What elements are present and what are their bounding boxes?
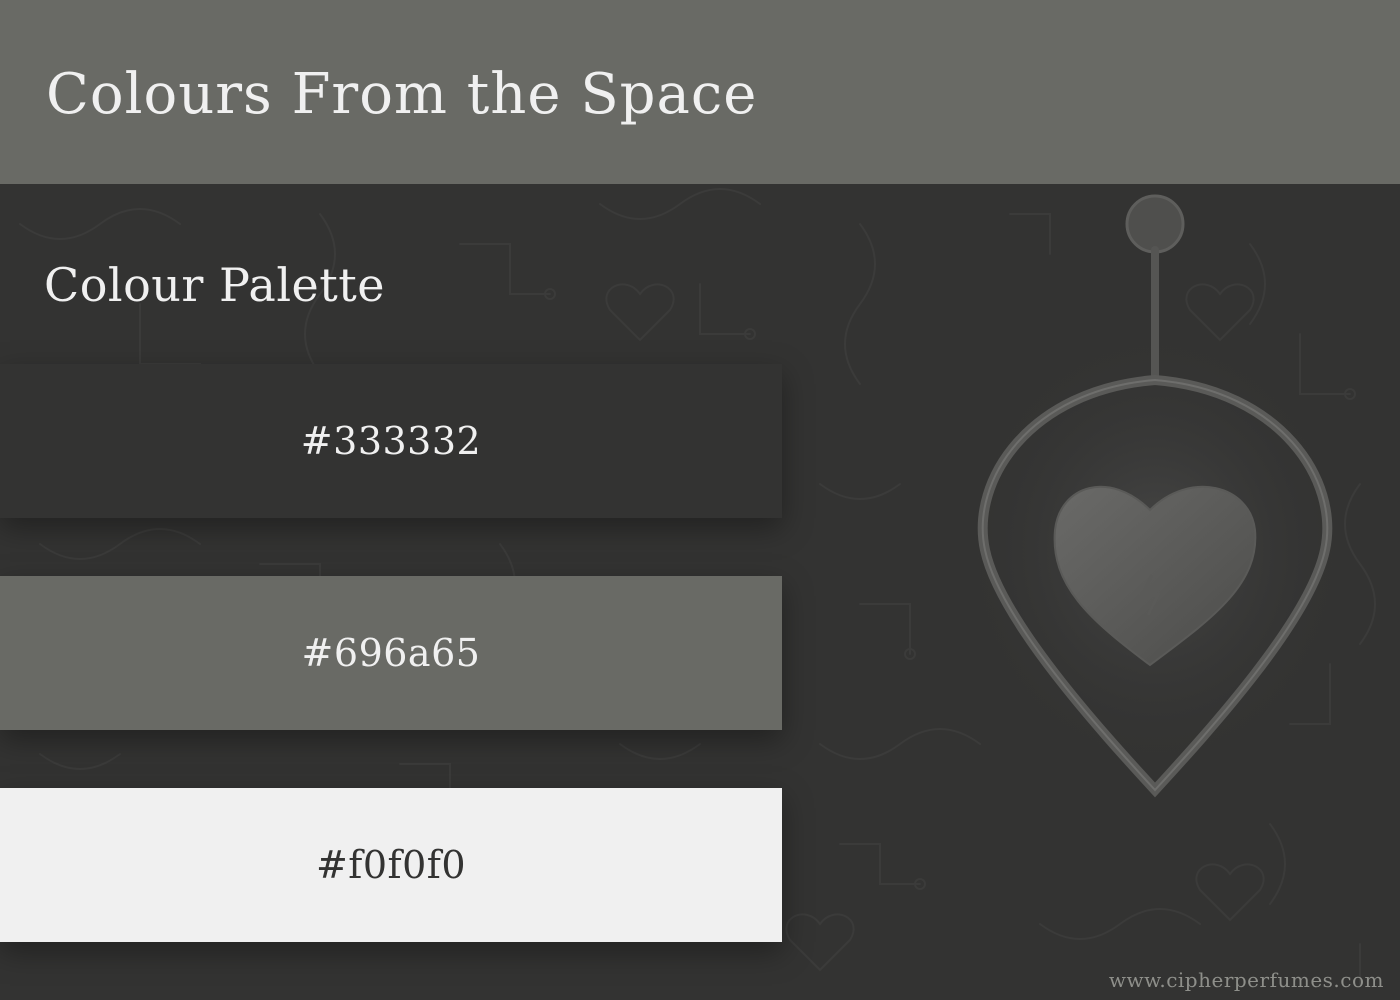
swatch-hex-label: #f0f0f0: [315, 843, 467, 887]
page-title: Colours From the Space: [46, 62, 758, 127]
header-bar: Colours From the Space: [0, 0, 1400, 184]
website-url: www.cipherperfumes.com: [1108, 968, 1384, 992]
palette-title: Colour Palette: [44, 258, 385, 312]
color-swatch-dark: #333332: [0, 364, 782, 518]
color-swatch-grey: #696a65: [0, 576, 782, 730]
color-swatch-light: #f0f0f0: [0, 788, 782, 942]
heart-pendant-image: [955, 194, 1355, 798]
palette-page: Colours From the Space Colour Palette #3…: [0, 0, 1400, 1000]
swatch-hex-label: #696a65: [301, 631, 481, 675]
swatch-hex-label: #333332: [300, 419, 482, 463]
